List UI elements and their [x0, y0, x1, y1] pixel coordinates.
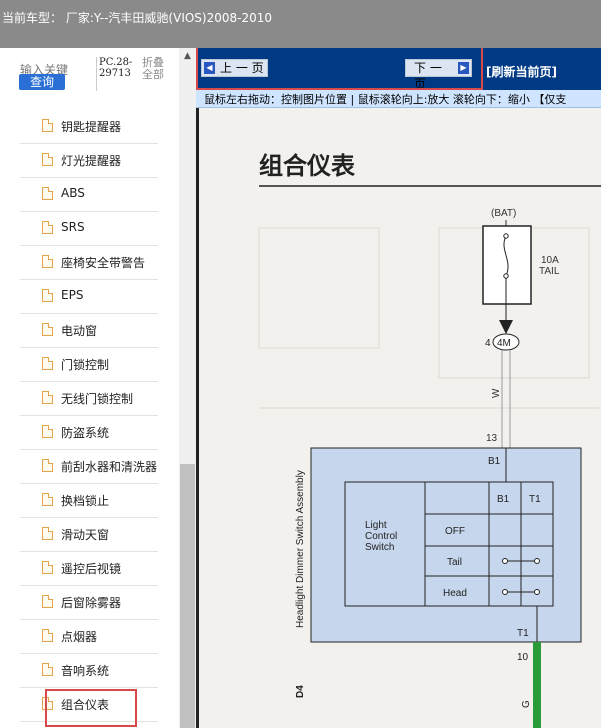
title-bar: 当前车型： 厂家:Y--汽丰田威驰(VIOS)2008-2010: [0, 0, 601, 48]
tree-item-label: 音响系统: [61, 664, 110, 678]
wire-w-label: W: [491, 388, 502, 398]
tree-item[interactable]: 门锁控制: [20, 348, 158, 382]
switch-label-1: Light: [365, 520, 387, 531]
hint-text: 鼠标左右拖动：控制图片位置 | 鼠标滚轮向上:放大 滚轮向下：缩小 【仅支: [204, 93, 567, 106]
tree-item-label: 座椅安全带警告: [61, 256, 146, 270]
tree-item-label: 前刮水器和清洗器: [61, 460, 158, 474]
d4-label: D4: [295, 685, 306, 698]
tree-item[interactable]: EPS: [20, 280, 158, 314]
document-icon: [42, 527, 53, 540]
pin-10: 10: [517, 652, 529, 663]
document-icon: [42, 153, 53, 166]
fuse-name: TAIL: [539, 266, 560, 277]
tree-item[interactable]: SRS: [20, 212, 158, 246]
collapse-all-button[interactable]: 折叠全部: [142, 57, 172, 81]
tree-item-label: SRS: [61, 220, 85, 234]
switch-label-2: Control: [365, 531, 397, 542]
tree-list: 钥匙提醒器灯光提醒器 ABS SRS 座椅安全带警告 EPS 电动窗门锁控制无线门锁控制防…: [20, 110, 158, 722]
fuse-amp: 10A: [541, 255, 559, 266]
document-icon: [42, 595, 53, 608]
col-b1: B1: [497, 494, 510, 505]
row-off: OFF: [445, 526, 465, 537]
tree-item[interactable]: 座椅安全带警告: [20, 246, 158, 280]
tree-item[interactable]: 点烟器: [20, 620, 158, 654]
document-icon: [42, 629, 53, 642]
tree-item[interactable]: 前刮水器和清洗器: [20, 450, 158, 484]
bat-label: (BAT): [491, 208, 516, 219]
tree-item-label: 电动窗: [61, 324, 98, 338]
tree-item-label: 无线门锁控制: [61, 392, 134, 406]
wiring-diagram[interactable]: 组合仪表 (BAT) 10A TAIL 4M 4 W 13 B1 B1 T1 L…: [196, 108, 601, 728]
tree-item[interactable]: 防盗系统: [20, 416, 158, 450]
tree-item[interactable]: 遥控后视镜: [20, 552, 158, 586]
tree-item[interactable]: 后窗除雾器: [20, 586, 158, 620]
nav-highlight-box: [196, 48, 483, 90]
pin-4: 4: [485, 338, 491, 349]
vehicle-title: 当前车型： 厂家:Y--汽丰田威驰(VIOS)2008-2010: [2, 11, 273, 25]
tree-item-label: 点烟器: [61, 630, 98, 644]
tree-item-label: 门锁控制: [61, 358, 110, 372]
tree-item[interactable]: 灯光提醒器: [20, 144, 158, 178]
tree-item-label: ABS: [61, 186, 85, 200]
side-label: Headlight Dimmer Switch Assembly: [295, 470, 306, 628]
document-icon: [42, 187, 53, 200]
wire-g-label: G: [521, 700, 532, 708]
selection-highlight: [45, 689, 137, 727]
tree-item[interactable]: ABS: [20, 178, 158, 212]
document-icon: [42, 459, 53, 472]
hint-bar: 鼠标左右拖动：控制图片位置 | 鼠标滚轮向上:放大 滚轮向下：缩小 【仅支: [196, 90, 601, 108]
document-icon: [42, 391, 53, 404]
document-icon: [42, 119, 53, 132]
tree-item-label: 后窗除雾器: [61, 596, 122, 610]
tree-item[interactable]: 换档锁止: [20, 484, 158, 518]
document-icon: [42, 561, 53, 574]
sidebar-scrollbar[interactable]: ▲: [179, 48, 196, 728]
search-area: 输入关键 查询 PC.28-29713 折叠全部: [0, 48, 179, 98]
document-icon: [42, 255, 53, 268]
tree-item-label: 换档锁止: [61, 494, 110, 508]
scrollbar-thumb[interactable]: [180, 464, 195, 728]
document-icon: [42, 663, 53, 676]
pc-code: PC.28-29713: [96, 57, 139, 91]
col-t1: T1: [529, 494, 541, 505]
scroll-up-icon[interactable]: ▲: [179, 48, 196, 65]
document-icon: [42, 425, 53, 438]
refresh-page-link[interactable]: [刷新当前页]: [486, 63, 557, 80]
search-button[interactable]: 查询: [19, 74, 65, 90]
document-icon: [42, 323, 53, 336]
row-head: Head: [443, 588, 467, 599]
tree-item[interactable]: 滑动天窗: [20, 518, 158, 552]
diagram-canvas: 组合仪表 (BAT) 10A TAIL 4M 4 W 13 B1 B1 T1 L…: [258, 152, 601, 728]
pin-13: 13: [486, 433, 498, 444]
b1-top-label: B1: [488, 456, 501, 467]
tree-item[interactable]: 电动窗: [20, 314, 158, 348]
diagram-title: 组合仪表: [259, 152, 356, 180]
content-area: ◀ 上 一 页 下 一 页 ▶ [刷新当前页] 鼠标左右拖动：控制图片位置 | …: [196, 48, 601, 728]
tree-item-label: 滑动天窗: [61, 528, 110, 542]
tree-item[interactable]: 无线门锁控制: [20, 382, 158, 416]
switch-label-3: Switch: [365, 542, 394, 553]
t1-bottom: T1: [517, 628, 529, 639]
tree-item-label: 灯光提醒器: [61, 154, 122, 168]
tree-item[interactable]: 钥匙提醒器: [20, 110, 158, 144]
tree-item-label: 遥控后视镜: [61, 562, 122, 576]
tree-item-label: 钥匙提醒器: [61, 120, 122, 134]
document-icon: [42, 357, 53, 370]
tree-item[interactable]: 音响系统: [20, 654, 158, 688]
sidebar: 输入关键 查询 PC.28-29713 折叠全部 钥匙提醒器灯光提醒器 ABS SR…: [0, 48, 196, 728]
document-icon: [42, 221, 53, 234]
row-tail: Tail: [447, 557, 462, 568]
document-icon: [42, 493, 53, 506]
tree-item-label: 防盗系统: [61, 426, 110, 440]
document-icon: [42, 289, 53, 302]
green-wire: [533, 642, 541, 728]
tree-item-label: EPS: [61, 288, 84, 302]
connector-label: 4M: [497, 338, 511, 349]
